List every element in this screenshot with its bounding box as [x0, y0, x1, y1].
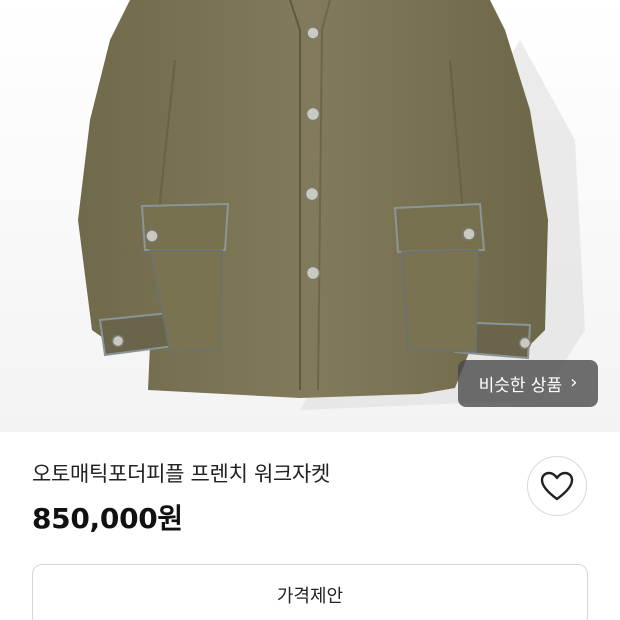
heart-icon: [540, 471, 574, 501]
chevron-right-icon: ›: [570, 372, 578, 393]
similar-products-button[interactable]: 비슷한 상품 ›: [458, 360, 598, 407]
like-button[interactable]: [527, 456, 587, 516]
similar-products-label: 비슷한 상품: [478, 376, 563, 396]
price-offer-label: 가격제안: [276, 586, 344, 607]
product-title: 오토매틱포더피플 프렌치 워크자켓: [32, 462, 331, 486]
price-offer-button[interactable]: 가격제안: [32, 564, 588, 620]
product-price: 850,000원: [32, 502, 183, 535]
product-photo[interactable]: 비슷한 상품 ›: [0, 0, 620, 432]
